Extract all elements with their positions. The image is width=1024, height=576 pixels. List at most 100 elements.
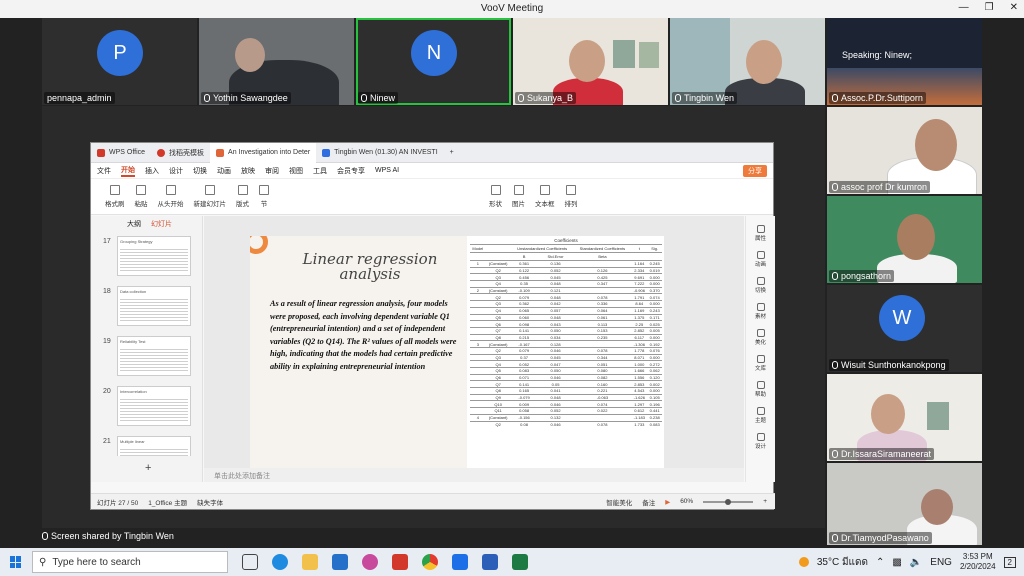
- menu-member[interactable]: 会员专享: [337, 166, 365, 176]
- format-painter-button[interactable]: 格式刷: [105, 185, 125, 208]
- menu-review[interactable]: 审阅: [265, 166, 279, 176]
- section-button[interactable]: 节: [259, 185, 269, 208]
- zoom-in-icon[interactable]: +: [763, 498, 767, 505]
- excel-icon[interactable]: [512, 554, 528, 570]
- design-button[interactable]: 设计: [746, 433, 775, 450]
- slide-thumbnail[interactable]: 21 Multiple linear: [91, 436, 203, 456]
- library-button[interactable]: 文库: [746, 355, 775, 372]
- app-icon[interactable]: [362, 554, 378, 570]
- clock[interactable]: 3:53 PM 2/20/2024: [960, 552, 996, 572]
- play-from-start-button[interactable]: 从头开始: [158, 185, 184, 208]
- menu-design[interactable]: 设计: [169, 166, 183, 176]
- task-view-icon[interactable]: [242, 554, 258, 570]
- outline-tab[interactable]: 大纲: [127, 219, 141, 229]
- layout-button[interactable]: 版式: [236, 185, 249, 208]
- add-slide-button[interactable]: +: [145, 462, 151, 474]
- volume-icon[interactable]: 🔈: [910, 557, 922, 568]
- participant-tile[interactable]: W Wisuit Sunthonkanokpong: [827, 285, 982, 372]
- tab-document[interactable]: Tingbin Wen (01.30) AN INVESTI: [316, 143, 444, 163]
- table-cell: 0.425: [573, 273, 632, 281]
- assets-button[interactable]: 素材: [746, 303, 775, 320]
- table-cell: [573, 413, 632, 421]
- participant-tile[interactable]: Assoc.P.Dr.Suttiporn: [827, 18, 982, 105]
- share-button[interactable]: 分享: [743, 164, 767, 177]
- participant-tile[interactable]: pongsathorn: [827, 196, 982, 283]
- help-button[interactable]: 帮助: [746, 381, 775, 398]
- tab-templates[interactable]: 找稻壳模板: [151, 143, 210, 163]
- close-icon[interactable]: ✕: [1010, 2, 1018, 13]
- table-cell: 0.000: [647, 333, 662, 341]
- restore-icon[interactable]: ❐: [985, 2, 994, 13]
- tab-wps-office[interactable]: WPS Office: [91, 143, 151, 163]
- weather-text[interactable]: 35°C มีแดด: [817, 555, 868, 570]
- menu-file[interactable]: 文件: [97, 166, 111, 176]
- slide-thumbnail[interactable]: 19 Reliability Test: [91, 336, 203, 380]
- new-slide-button[interactable]: 新建幻灯片: [194, 185, 226, 208]
- chrome-icon[interactable]: [422, 554, 438, 570]
- menu-transition[interactable]: 切换: [193, 166, 207, 176]
- notification-icon[interactable]: 2: [1003, 556, 1016, 568]
- smart-beautify-button[interactable]: 智能美化: [606, 497, 632, 507]
- slide-thumbnail[interactable]: 18 Data collection: [91, 286, 203, 330]
- table-cell: 0.000: [647, 353, 662, 361]
- slides-tab[interactable]: 幻灯片: [151, 219, 172, 229]
- tab-presentation[interactable]: An Investigation into Deter: [210, 142, 317, 163]
- participant-tile[interactable]: Dr.TiamyodPasawano: [827, 463, 982, 545]
- textbox-button[interactable]: 文本框: [535, 185, 555, 208]
- col-model: Model: [470, 244, 486, 253]
- table-cell: 0.019: [647, 266, 662, 274]
- new-tab-button[interactable]: +: [444, 143, 460, 163]
- taskbar-search[interactable]: ⚲ Type here to search: [32, 551, 228, 573]
- menu-slideshow[interactable]: 放映: [241, 166, 255, 176]
- notes-toggle[interactable]: 备注: [642, 497, 655, 507]
- menu-insert[interactable]: 插入: [145, 166, 159, 176]
- table-cell: 0.122: [510, 266, 538, 274]
- section-icon: [259, 185, 269, 195]
- language-indicator[interactable]: ENG: [930, 557, 952, 568]
- menu-home[interactable]: 开始: [121, 165, 135, 177]
- menu-view[interactable]: 视图: [289, 166, 303, 176]
- menu-tools[interactable]: 工具: [313, 166, 327, 176]
- theme-name[interactable]: 1_Office 主题: [148, 497, 187, 507]
- participant-name: Dr.TiamyodPasawano: [829, 532, 932, 544]
- voov-icon[interactable]: [452, 554, 468, 570]
- mail-icon[interactable]: [332, 554, 348, 570]
- chevron-up-icon[interactable]: ⌃: [876, 557, 884, 568]
- missing-font[interactable]: 缺失字体: [197, 497, 223, 507]
- zoom-slider[interactable]: [703, 498, 754, 505]
- participant-tile[interactable]: Dr.IssaraSiramaneerat: [827, 374, 982, 461]
- menu-wps-ai[interactable]: WPS AI: [375, 167, 399, 174]
- start-button[interactable]: [0, 556, 32, 568]
- participant-tile[interactable]: Sukanya_B: [513, 18, 668, 105]
- current-slide[interactable]: Linear regression analysis As a result o…: [250, 236, 664, 468]
- arrange-button[interactable]: 排列: [565, 185, 578, 208]
- wps-taskbar-icon[interactable]: [392, 554, 408, 570]
- transition-button[interactable]: 切换: [746, 277, 775, 294]
- notes-area[interactable]: 单击此处添加备注: [204, 468, 744, 482]
- table-cell: 0.052: [537, 407, 574, 415]
- participant-tile[interactable]: Tingbin Wen: [670, 18, 825, 105]
- participant-tile[interactable]: assoc prof Dr kumron: [827, 107, 982, 194]
- file-explorer-icon[interactable]: [302, 554, 318, 570]
- properties-button[interactable]: 属性: [746, 225, 775, 242]
- table-cell: 0.051: [573, 360, 632, 368]
- theme-button[interactable]: 主题: [746, 407, 775, 424]
- table-cell: 0.336: [573, 300, 632, 308]
- slide-thumbnail[interactable]: 17 Grouping Strategy: [91, 236, 203, 280]
- play-slideshow-icon[interactable]: ▶: [665, 498, 670, 506]
- menu-animation[interactable]: 动画: [217, 166, 231, 176]
- minimize-icon[interactable]: —: [959, 2, 969, 13]
- mic-icon: [675, 94, 681, 102]
- participant-tile[interactable]: Yothin Sawangdee: [199, 18, 354, 105]
- paste-button[interactable]: 粘贴: [135, 185, 148, 208]
- participant-tile[interactable]: N Ninew: [356, 18, 511, 105]
- network-icon[interactable]: ▩: [892, 557, 901, 568]
- beautify-button[interactable]: 美化: [746, 329, 775, 346]
- participant-tile[interactable]: P pennapa_admin: [42, 18, 197, 105]
- word-taskbar-icon[interactable]: [482, 554, 498, 570]
- shape-button[interactable]: 形状: [489, 185, 502, 208]
- slide-thumbnail[interactable]: 20 Intercorrelation: [91, 386, 203, 430]
- picture-button[interactable]: 图片: [512, 185, 525, 208]
- edge-icon[interactable]: [272, 554, 288, 570]
- animation-button[interactable]: 动画: [746, 251, 775, 268]
